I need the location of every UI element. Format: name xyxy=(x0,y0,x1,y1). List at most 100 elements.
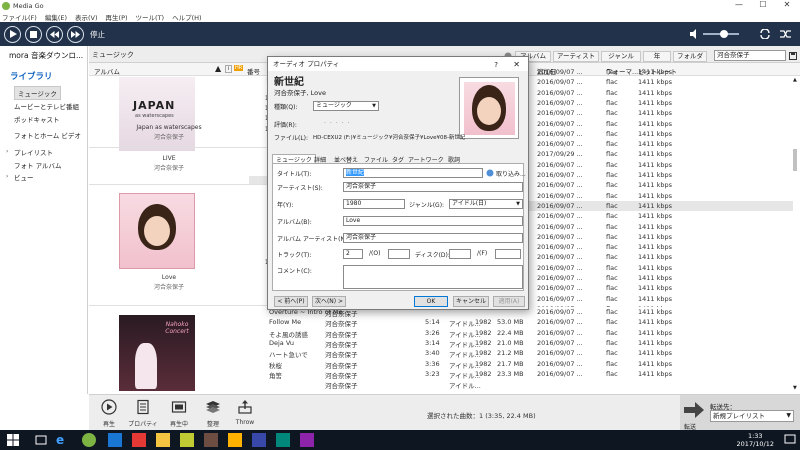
menu-view[interactable]: 表示(V) xyxy=(75,12,98,22)
scroll-up-icon[interactable]: ▲ xyxy=(793,77,797,83)
nav-photo-album[interactable]: フォト アルバム xyxy=(14,160,62,170)
cancel-button[interactable]: キャンセル xyxy=(453,296,489,307)
song-title-heading: 新世紀 xyxy=(274,77,304,88)
disc-total-input[interactable] xyxy=(495,249,521,259)
type-dropdown[interactable]: ミュージック ▼ xyxy=(313,101,379,111)
scroll-thumb[interactable] xyxy=(793,149,797,171)
album-input[interactable]: Love xyxy=(343,216,523,226)
properties-button[interactable]: プロパティ xyxy=(127,399,159,428)
tab-year[interactable]: 年 xyxy=(643,51,671,62)
app-icon-3[interactable] xyxy=(180,433,194,447)
cell-bitrate: 1411 kbps xyxy=(638,119,673,128)
nav-view[interactable]: ビュー xyxy=(14,172,34,182)
nav-playlist[interactable]: プレイリスト xyxy=(14,147,53,157)
track-number-column-label[interactable]: 番号 xyxy=(247,66,260,76)
minimize-button[interactable]: — xyxy=(728,0,750,11)
nav-photos-videos[interactable]: フォトとホーム ビデオ xyxy=(14,130,81,140)
app-icon-7[interactable] xyxy=(276,433,290,447)
tab-folder[interactable]: フォルダ xyxy=(673,51,707,62)
next-track-button[interactable]: 次へ(N) > xyxy=(312,296,346,307)
genre-dropdown[interactable]: アイドル(日) ▼ xyxy=(449,199,523,209)
apply-button[interactable]: 適用(A) xyxy=(493,296,525,307)
ok-button[interactable]: OK xyxy=(414,296,448,307)
notification-icon[interactable] xyxy=(784,434,796,446)
album-column-label[interactable]: アルバム xyxy=(94,66,120,76)
help-button[interactable]: ? xyxy=(494,58,498,72)
track-row[interactable]: 河合奈保子 アイドル... xyxy=(273,379,793,390)
menu-play[interactable]: 再生(P) xyxy=(106,12,128,22)
volume-slider[interactable] xyxy=(690,28,748,40)
maximize-button[interactable]: ☐ xyxy=(752,0,774,11)
menu-file[interactable]: ファイル(F) xyxy=(2,12,37,22)
menu-tools[interactable]: ツール(T) xyxy=(136,12,165,22)
artist-input[interactable]: 河合奈保子 xyxy=(343,182,523,192)
scroll-down-icon[interactable]: ▼ xyxy=(793,385,797,391)
previous-button[interactable] xyxy=(46,25,63,43)
menu-help[interactable]: ヘルプ(H) xyxy=(172,12,201,22)
app-icon-5[interactable] xyxy=(228,433,242,447)
album-list[interactable]: JAPAN as waterscapes Japan as waterscape… xyxy=(89,77,273,394)
library-heading[interactable]: ライブラリ xyxy=(10,70,53,82)
nav-music[interactable]: ミュージック xyxy=(14,86,61,100)
tab-artist[interactable]: アーティスト xyxy=(553,51,599,62)
nav-podcasts[interactable]: ポッドキャスト xyxy=(14,114,60,124)
next-button[interactable] xyxy=(67,25,84,43)
app-icon-6[interactable] xyxy=(252,433,266,447)
throw-button[interactable]: Throw xyxy=(229,399,261,426)
save-icon[interactable] xyxy=(789,52,797,60)
app-icon-1[interactable] xyxy=(108,433,122,447)
sort-up-icon[interactable]: ▲ xyxy=(215,64,221,73)
repeat-icon[interactable] xyxy=(760,29,770,39)
app-icon-2[interactable] xyxy=(132,433,146,447)
previous-track-button[interactable]: < 前へ(P) xyxy=(274,296,308,307)
chevron-down-icon[interactable]: ▼ xyxy=(786,412,791,419)
scrollbar[interactable]: ▲ ▼ xyxy=(792,77,798,393)
tab-genre[interactable]: ジャンル xyxy=(601,51,641,62)
fetch-icon[interactable] xyxy=(486,169,494,177)
track-row[interactable]: Deja Vu 河合奈保子 3:14 アイドル... 1982 21.0 MB 2016/0… xyxy=(269,337,793,349)
play-button[interactable] xyxy=(4,25,21,43)
fetch-button[interactable]: 取り込み... xyxy=(496,169,526,178)
folder-icon[interactable] xyxy=(156,433,170,447)
mora-store-link[interactable]: mora 音楽ダウンロ... xyxy=(0,46,88,66)
cell-format: flac xyxy=(606,243,618,252)
title-input[interactable]: 新世紀 xyxy=(343,168,483,178)
year-input[interactable]: 1980 xyxy=(343,199,405,209)
track-row[interactable]: Follow Me 河合奈保子 5:14 アイドル... 1982 53.0 MB 2016… xyxy=(269,317,793,328)
expand-view-icon[interactable]: › xyxy=(6,173,8,180)
search-input[interactable]: 河合奈保子 xyxy=(714,50,786,61)
clock[interactable]: 1:33 2017/10/12 xyxy=(737,432,774,448)
artwork-image xyxy=(459,77,519,139)
app-icon-4[interactable] xyxy=(204,433,218,447)
organize-button[interactable]: 整理 xyxy=(197,399,229,428)
app-icon-8[interactable] xyxy=(300,433,314,447)
edge-browser-icon[interactable]: e xyxy=(56,433,70,447)
close-window-button[interactable]: ✕ xyxy=(776,0,798,11)
stop-button[interactable] xyxy=(25,25,42,43)
track-row[interactable]: 角筈 河合奈保子 3:23 アイドル... 1982 23.3 MB 2016/09/07 … xyxy=(269,368,793,380)
bottom-play-button[interactable]: 再生 xyxy=(93,399,125,428)
task-view-icon[interactable] xyxy=(34,433,48,447)
track-row[interactable]: 秋桜 河合奈保子 3:36 アイドル... 1982 21.7 MB 2016/09/07 … xyxy=(269,358,793,370)
track-input[interactable]: 2 xyxy=(343,249,363,259)
track-row[interactable]: ハート急いで 河合奈保子 3:40 アイドル... 1982 21.2 MB 2016/09… xyxy=(269,348,793,359)
nav-movies-tv[interactable]: ムービーとテレビ番組 xyxy=(14,101,79,111)
comment-textarea[interactable] xyxy=(343,265,523,289)
track-total-input[interactable] xyxy=(388,249,410,259)
send-arrow-icon[interactable] xyxy=(684,402,704,418)
volume-knob[interactable] xyxy=(720,30,728,38)
dialog-close-button[interactable]: ✕ xyxy=(513,58,520,72)
disc-input[interactable] xyxy=(449,249,471,259)
expand-playlist-icon[interactable]: › xyxy=(6,148,8,155)
album-artist-input[interactable]: 河合奈保子 xyxy=(343,233,523,243)
media-go-taskbar-icon[interactable] xyxy=(82,433,96,447)
track-row[interactable]: そよ風の誘惑 河合奈保子 3:26 アイドル... 1982 22.4 MB 2016/09… xyxy=(269,327,793,339)
now-playing-button[interactable]: 再生中 xyxy=(163,399,195,428)
track-time: 5:14 xyxy=(425,318,440,327)
windows-start-icon[interactable] xyxy=(6,433,20,447)
rating-stars[interactable]: ····· xyxy=(324,120,354,127)
shuffle-icon[interactable] xyxy=(780,29,791,39)
menu-edit[interactable]: 編集(E) xyxy=(45,12,67,22)
send-to-dropdown[interactable]: 新規プレイリスト xyxy=(710,410,794,422)
clock-time: 1:33 xyxy=(747,432,763,440)
